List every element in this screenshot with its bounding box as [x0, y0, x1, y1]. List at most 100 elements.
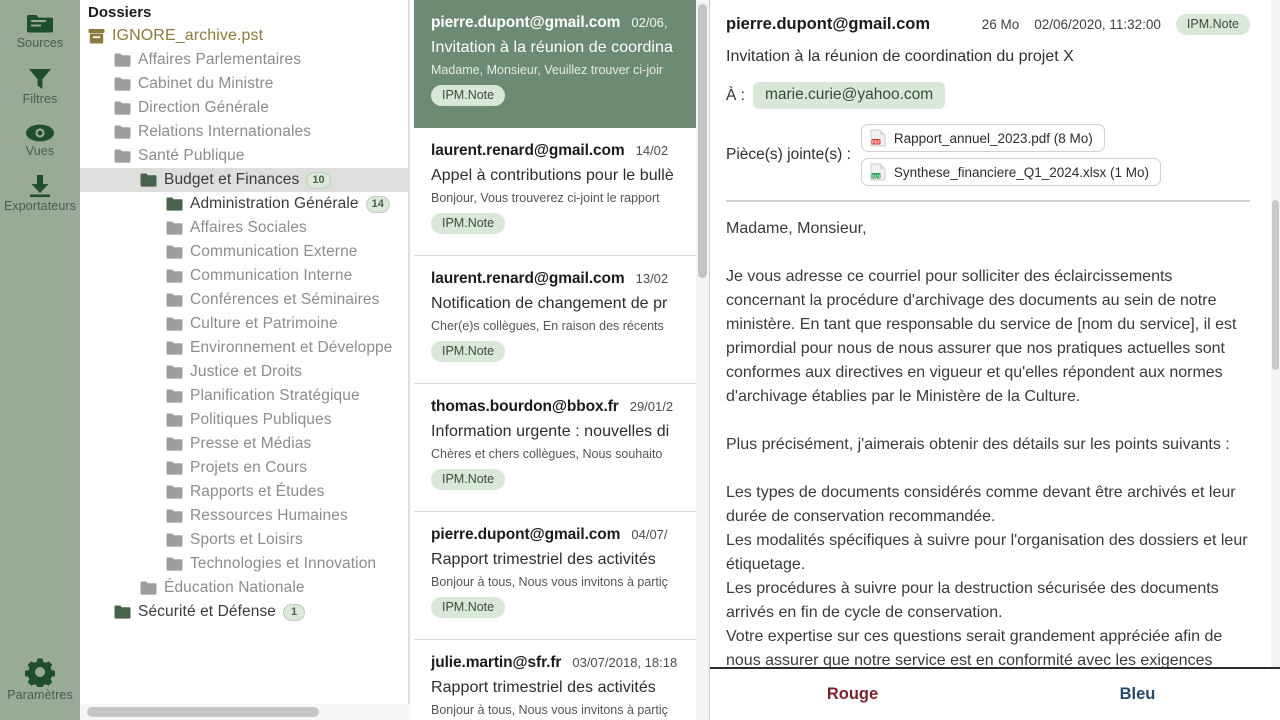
folder-icon	[140, 173, 157, 187]
mail-item-tag-wrap: IPM.Note	[431, 461, 697, 490]
folder-icon	[166, 413, 183, 427]
funnel-icon	[27, 67, 53, 91]
tree-node-2[interactable]: Direction Générale	[80, 96, 408, 120]
rail-item-exportateurs[interactable]: Exportateurs	[0, 165, 80, 221]
rail-item-parametres[interactable]: Paramètres	[0, 648, 80, 710]
tree-node-6[interactable]: Administration Générale 14	[80, 192, 408, 216]
tree-node-8[interactable]: Communication Externe	[80, 240, 408, 264]
tree-node-4[interactable]: Santé Publique	[80, 144, 408, 168]
tree-node-label: Direction Générale	[138, 99, 270, 116]
tree-node-16[interactable]: Presse et Médias	[80, 432, 408, 456]
mail-item-header: pierre.dupont@gmail.com 02/06,	[431, 14, 697, 32]
tree-node-17[interactable]: Projets en Cours	[80, 456, 408, 480]
tree-node-13[interactable]: Justice et Droits	[80, 360, 408, 384]
tree-node-label: Politiques Publiques	[190, 411, 332, 428]
folder-icon	[166, 317, 183, 331]
attachment-chip[interactable]: XLS Synthese_financiere_Q1_2024.xlsx (1 M…	[860, 158, 1162, 186]
folder-icon	[166, 437, 183, 451]
mail-item-header: pierre.dupont@gmail.com 04/07/	[431, 526, 697, 544]
tree-node-12[interactable]: Environnement et Développe	[80, 336, 408, 360]
attachment-chip[interactable]: PDF Rapport_annuel_2023.pdf (8 Mo)	[860, 124, 1105, 152]
folder-icon	[166, 557, 183, 571]
tree-node-label: Administration Générale	[190, 195, 359, 212]
tree-node-14[interactable]: Planification Stratégique	[80, 384, 408, 408]
mail-list-item[interactable]: pierre.dupont@gmail.com 02/06, Invitation …	[414, 0, 697, 128]
attachment-name: Rapport_annuel_2023.pdf (8 Mo)	[893, 130, 1093, 146]
tree-node-11[interactable]: Culture et Patrimoine	[80, 312, 408, 336]
mail-item-tag-wrap: IPM.Note	[431, 205, 697, 234]
folder-tree-hscroll-thumb[interactable]	[87, 707, 319, 717]
folder-icon	[166, 245, 183, 259]
mail-item-preview: Chères et chers collègues, Nous souhaito	[431, 447, 663, 461]
mail-list-vertical-scrollbar[interactable]	[696, 0, 709, 720]
mail-item-header: thomas.bourdon@bbox.fr 29/01/2	[431, 398, 697, 416]
mail-detail-to-chip[interactable]: marie.curie@yahoo.com	[752, 82, 946, 109]
tree-node-1[interactable]: Cabinet du Ministre	[80, 72, 408, 96]
tree-node-10[interactable]: Conférences et Séminaires	[80, 288, 408, 312]
folder-icon	[166, 197, 183, 211]
folder-tree-panel: Dossiers IGNORE_archive.pst Affaires Par…	[80, 0, 410, 720]
tree-node-label: Technologies et Innovation	[190, 555, 377, 572]
mail-body-paragraph: Plus précisément, j'aimerais obtenir des…	[726, 436, 1230, 453]
folder-icon	[166, 341, 183, 355]
tree-node-3[interactable]: Relations Internationales	[80, 120, 408, 144]
folder-count-badge: 10	[306, 171, 331, 189]
mail-list-item[interactable]: laurent.renard@gmail.com 14/02 Appel à con…	[414, 128, 697, 256]
mail-item-preview: Bonjour à tous, Nous vous invitons à par…	[431, 575, 668, 589]
mail-detail-header: pierre.dupont@gmail.com 26 Mo 02/06/2020…	[726, 14, 1250, 35]
mail-detail-panel: pierre.dupont@gmail.com 26 Mo 02/06/2020…	[710, 0, 1280, 720]
mail-item-date: 03/07/2018, 18:18	[572, 655, 678, 670]
tree-node-root-label: IGNORE_archive.pst	[112, 27, 264, 44]
tree-node-15[interactable]: Politiques Publiques	[80, 408, 408, 432]
folder-icon	[140, 581, 157, 595]
file-xls-icon: XLS	[870, 163, 886, 181]
mail-detail-subject: Invitation à la réunion de coordination …	[726, 48, 1074, 65]
tree-node-9[interactable]: Communication Interne	[80, 264, 408, 288]
tree-node-label: Justice et Droits	[190, 363, 302, 380]
tree-node-5[interactable]: Budget et Finances 10	[80, 168, 408, 192]
mail-item-type-badge: IPM.Note	[431, 469, 506, 490]
bottom-bar-button-rouge[interactable]: Rouge	[710, 669, 995, 720]
mail-list: pierre.dupont@gmail.com 02/06, Invitation …	[414, 0, 697, 720]
tree-node-23[interactable]: Sécurité et Défense 1	[80, 600, 408, 624]
mail-detail-vscroll-thumb[interactable]	[1272, 200, 1279, 370]
mail-item-header: laurent.renard@gmail.com 13/02	[431, 270, 697, 288]
mail-list-vscroll-thumb[interactable]	[698, 4, 707, 278]
mail-item-date: 04/07/	[631, 527, 668, 542]
folder-tree-node-list: Affaires Parlementaires Cabinet du Minist…	[80, 48, 408, 624]
tree-node-22[interactable]: Éducation Nationale	[80, 576, 408, 600]
tree-node-21[interactable]: Technologies et Innovation	[80, 552, 408, 576]
mail-detail-body: Madame, Monsieur, Je vous adresse ce cour…	[726, 217, 1250, 667]
tree-node-18[interactable]: Rapports et Études	[80, 480, 408, 504]
tree-node-19[interactable]: Ressources Humaines	[80, 504, 408, 528]
tree-node-0[interactable]: Affaires Parlementaires	[80, 48, 408, 72]
mail-item-tag-wrap: IPM.Note	[431, 589, 697, 618]
tree-node-label: Environnement et Développe	[190, 339, 393, 356]
folder-icon	[166, 269, 183, 283]
folder-icon	[166, 293, 183, 307]
bottom-bar-button-bleu[interactable]: Bleu	[995, 669, 1280, 720]
mail-detail-vertical-scrollbar[interactable]	[1271, 0, 1280, 667]
tree-node-label: Sécurité et Défense	[138, 603, 277, 620]
folder-icon	[114, 77, 131, 91]
bottom-action-bar: Rouge Bleu	[710, 667, 1280, 720]
mail-list-item[interactable]: pierre.dupont@gmail.com 04/07/Rapport tri…	[414, 512, 697, 640]
folder-icon	[114, 149, 131, 163]
tree-node-20[interactable]: Sports et Loisirs	[80, 528, 408, 552]
mail-list-item[interactable]: julie.martin@sfr.fr 03/07/2018, 18:18 Rapp…	[414, 640, 697, 720]
mail-list-item[interactable]: laurent.renard@gmail.com 13/02 Notificatio…	[414, 256, 697, 384]
rail-item-filtres[interactable]: Filtres	[0, 58, 80, 114]
file-pdf-icon: PDF	[870, 129, 886, 147]
folder-icon	[166, 365, 183, 379]
folder-tree-horizontal-scrollbar[interactable]	[80, 704, 410, 720]
mail-body-paragraph: Je vous adresse ce courriel pour sollici…	[726, 268, 1237, 405]
tree-node-label: Éducation Nationale	[164, 579, 305, 596]
mail-body-paragraph: Madame, Monsieur,	[726, 220, 867, 237]
mail-item-date: 13/02	[635, 271, 669, 286]
rail-item-sources[interactable]: Sources	[0, 4, 80, 58]
tree-node-root[interactable]: IGNORE_archive.pst	[80, 24, 408, 48]
mail-list-item[interactable]: thomas.bourdon@bbox.fr 29/01/2 Information…	[414, 384, 697, 512]
tree-node-7[interactable]: Affaires Sociales	[80, 216, 408, 240]
rail-item-vues[interactable]: Vues	[0, 114, 80, 166]
download-icon	[27, 174, 53, 198]
